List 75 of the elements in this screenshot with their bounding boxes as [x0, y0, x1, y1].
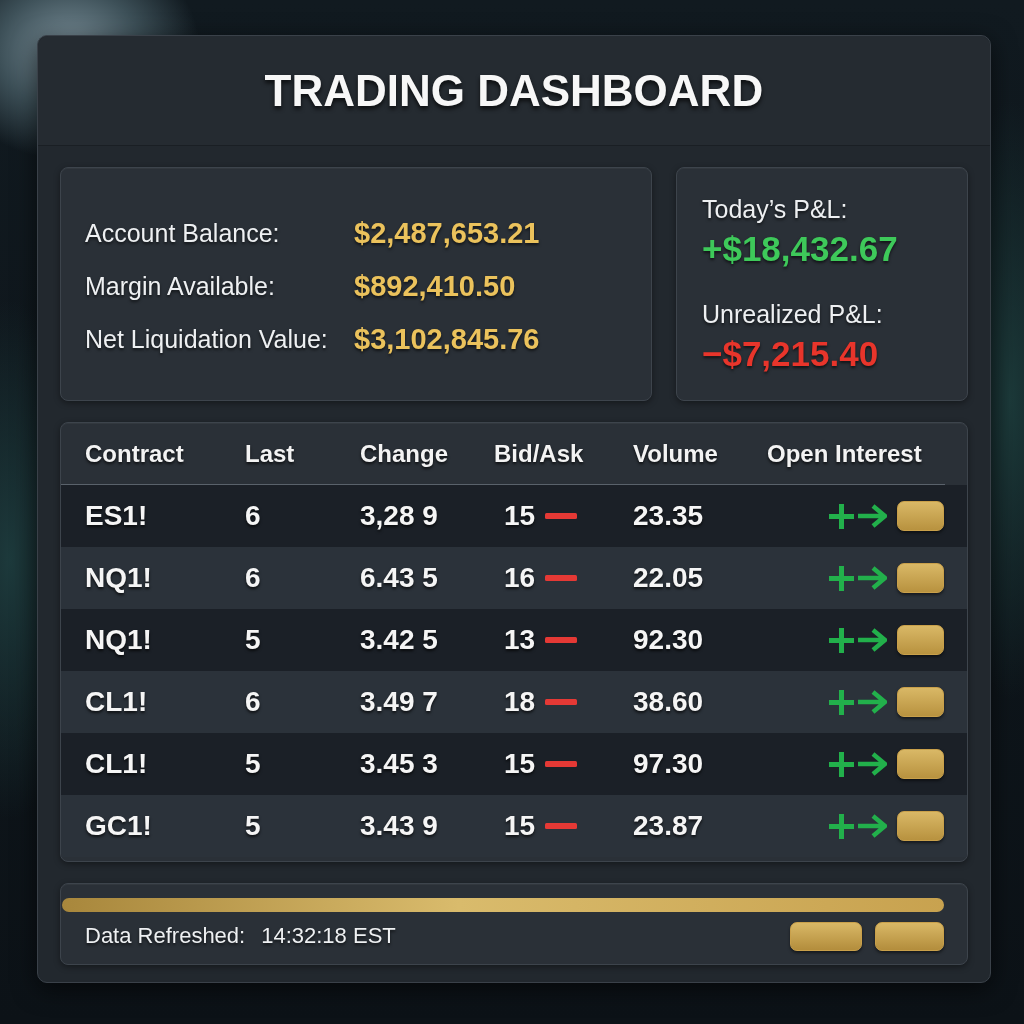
column-header: Change	[360, 439, 448, 468]
row-action-button[interactable]	[896, 811, 944, 841]
row-action-button[interactable]	[896, 749, 944, 779]
plus-icon[interactable]	[828, 627, 854, 653]
last-cell: 5	[245, 810, 261, 842]
action-button[interactable]	[874, 921, 944, 951]
arrow-right-icon[interactable]	[856, 690, 887, 714]
account-value: $3,102,845.76	[354, 323, 540, 356]
column-header: Last	[245, 439, 295, 468]
bid-ask-cell: 16	[504, 562, 536, 594]
change-cell: 3,28 9	[360, 500, 438, 532]
account-label: Account Balance:	[85, 219, 281, 248]
pnl-value: −$7,215.40	[702, 333, 879, 375]
contract-cell: ES1!	[85, 500, 148, 532]
volume-cell: 23.87	[633, 810, 704, 842]
bid-ask-cell: 15	[504, 748, 536, 780]
bid-ask-cell: 15	[504, 500, 536, 532]
bid-ask-cell: 13	[504, 624, 536, 656]
action-button[interactable]	[789, 921, 862, 951]
change-cell: 3.45 3	[360, 748, 438, 780]
minus-icon	[545, 699, 578, 705]
contract-cell: CL1!	[85, 748, 148, 780]
plus-icon[interactable]	[828, 751, 854, 777]
arrow-right-icon[interactable]	[856, 628, 887, 652]
account-value: $2,487,653.21	[354, 217, 540, 250]
volume-cell: 22.05	[633, 562, 704, 594]
pnl-label: Today’s P&L:	[702, 194, 848, 225]
change-cell: 6.43 5	[360, 562, 438, 594]
volume-cell: 97.30	[633, 748, 704, 780]
volume-cell: 38.60	[633, 686, 704, 718]
last-cell: 6	[245, 562, 261, 594]
last-cell: 5	[245, 624, 261, 656]
account-label: Margin Available:	[85, 272, 276, 301]
column-header: Volume	[633, 439, 718, 468]
column-header: Contract	[85, 439, 184, 468]
arrow-right-icon[interactable]	[856, 814, 887, 838]
last-cell: 6	[245, 500, 261, 532]
plus-icon[interactable]	[828, 813, 854, 839]
minus-icon	[545, 637, 578, 643]
row-action-button[interactable]	[896, 687, 944, 717]
volume-cell: 92.30	[633, 624, 704, 656]
last-cell: 5	[245, 748, 261, 780]
change-cell: 3.49 7	[360, 686, 438, 718]
account-label: Net Liquidation Value:	[85, 325, 329, 354]
pnl-value: +$18,432.67	[702, 228, 898, 270]
account-value: $892,410.50	[354, 270, 516, 303]
column-header: Bid/Ask	[494, 439, 584, 468]
last-cell: 6	[245, 686, 261, 718]
dashboard-title: TRADING DASHBOARD	[264, 65, 764, 116]
contract-cell: NQ1!	[85, 562, 152, 594]
contract-cell: CL1!	[85, 686, 148, 718]
plus-icon[interactable]	[828, 689, 854, 715]
minus-icon	[545, 513, 578, 519]
contract-cell: NQ1!	[85, 624, 152, 656]
row-action-button[interactable]	[896, 625, 944, 655]
row-action-button[interactable]	[896, 563, 944, 593]
minus-icon	[545, 575, 578, 581]
row-action-button[interactable]	[896, 501, 944, 531]
column-header: Open Interest	[767, 439, 922, 468]
plus-icon[interactable]	[828, 565, 854, 591]
refresh-time: 14:32:18 EST	[261, 923, 396, 949]
bid-ask-cell: 15	[504, 810, 536, 842]
arrow-right-icon[interactable]	[856, 504, 887, 528]
bid-ask-cell: 18	[504, 686, 536, 718]
contract-cell: GC1!	[85, 810, 152, 842]
change-cell: 3.43 9	[360, 810, 438, 842]
minus-icon	[545, 823, 578, 829]
change-cell: 3.42 5	[360, 624, 438, 656]
refresh-label: Data Refreshed:	[85, 923, 246, 949]
arrow-right-icon[interactable]	[856, 752, 887, 776]
volume-cell: 23.35	[633, 500, 704, 532]
pnl-label: Unrealized P&L:	[702, 299, 883, 330]
minus-icon	[545, 761, 578, 767]
arrow-right-icon[interactable]	[856, 566, 887, 590]
plus-icon[interactable]	[828, 503, 854, 529]
